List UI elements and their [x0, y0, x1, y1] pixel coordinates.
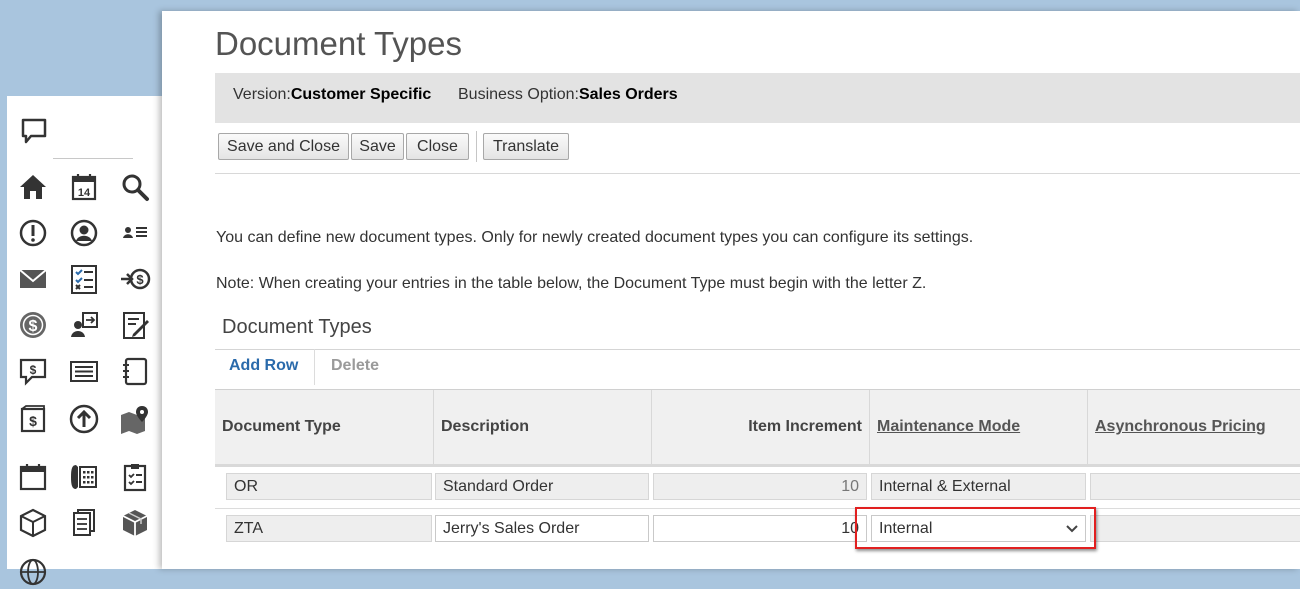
row-divider: [215, 508, 1300, 509]
asynchronous-pricing-cell: [1090, 515, 1300, 542]
column-header-document-type[interactable]: Document Type: [215, 390, 434, 464]
column-header-description[interactable]: Description: [434, 390, 652, 464]
documents-icon[interactable]: [67, 506, 101, 540]
business-option-label: Business Option:: [458, 86, 579, 103]
chat-bubble-icon[interactable]: [17, 114, 51, 148]
money-icon[interactable]: $: [16, 308, 50, 342]
globe-icon[interactable]: [16, 555, 50, 589]
asynchronous-pricing-cell: [1090, 473, 1300, 500]
version-info: Version:Customer Specific: [233, 86, 431, 104]
section-divider: [215, 349, 1300, 350]
feedback-icon[interactable]: $: [16, 354, 50, 388]
item-increment-cell: 10: [653, 473, 867, 500]
header-divider: [215, 464, 1300, 467]
contacts-list-icon[interactable]: [118, 216, 152, 250]
package-icon[interactable]: [118, 506, 152, 540]
map-pin-icon[interactable]: [118, 402, 152, 436]
maintenance-mode-select[interactable]: Internal: [871, 515, 1086, 542]
toolbar-divider: [215, 173, 1300, 174]
column-header-item-increment[interactable]: Item Increment: [652, 390, 870, 464]
translate-button[interactable]: Translate: [483, 133, 569, 160]
delete-button: Delete: [331, 357, 380, 374]
add-row-button[interactable]: Add Row: [229, 357, 298, 375]
toolbar-separator: [476, 131, 477, 162]
note-text: Note: When creating your entries in the …: [216, 275, 927, 292]
phone-calculator-icon[interactable]: [67, 460, 101, 494]
edit-form-icon[interactable]: [118, 308, 152, 342]
description-cell: Standard Order: [435, 473, 649, 500]
appointment-icon[interactable]: [16, 460, 50, 494]
left-navigation-panel: 14 $ $ $ $: [7, 96, 162, 586]
clipboard-icon[interactable]: [118, 460, 152, 494]
section-title: Document Types: [222, 316, 372, 338]
document-types-table: Document Type Description Item Increment…: [215, 389, 1300, 570]
action-separator: [314, 349, 315, 385]
business-option-value: Sales Orders: [578, 86, 678, 103]
incoming-payment-icon[interactable]: $: [118, 262, 152, 296]
business-option-info: Business Option:Sales Orders: [458, 86, 678, 104]
page-title: Document Types: [215, 25, 463, 62]
user-circle-icon[interactable]: [67, 216, 101, 250]
column-header-maintenance-mode[interactable]: Maintenance Mode: [870, 390, 1088, 464]
version-value: Customer Specific: [290, 86, 432, 103]
main-panel: Document Types Version:Customer Specific…: [162, 11, 1300, 569]
user-transfer-icon[interactable]: [67, 308, 101, 342]
svg-text:$: $: [29, 413, 37, 429]
list-icon[interactable]: [67, 354, 101, 388]
svg-text:$: $: [30, 363, 37, 377]
home-icon[interactable]: [16, 170, 50, 204]
item-increment-input[interactable]: 10: [653, 515, 867, 542]
info-bar: Version:Customer Specific Business Optio…: [215, 73, 1300, 123]
save-button[interactable]: Save: [351, 133, 404, 160]
chevron-down-icon: [1066, 524, 1078, 532]
checklist-icon[interactable]: [67, 262, 101, 296]
svg-text:$: $: [29, 318, 38, 335]
upload-icon[interactable]: [67, 402, 101, 436]
maintenance-mode-cell: Internal & External: [871, 473, 1086, 500]
product-icon[interactable]: [16, 506, 50, 540]
save-and-close-button[interactable]: Save and Close: [218, 133, 349, 160]
dollar-document-icon[interactable]: $: [16, 402, 50, 436]
maintenance-mode-value: Internal: [879, 519, 933, 537]
document-type-cell: ZTA: [226, 515, 432, 542]
rail-divider: [53, 158, 133, 159]
version-label: Version:: [233, 86, 291, 103]
alert-icon[interactable]: [16, 216, 50, 250]
description-input[interactable]: Jerry's Sales Order: [435, 515, 649, 542]
svg-text:14: 14: [78, 187, 91, 199]
column-header-asynchronous-pricing[interactable]: Asynchronous Pricing: [1088, 390, 1300, 464]
document-type-cell: OR: [226, 473, 432, 500]
mail-icon[interactable]: [16, 262, 50, 296]
calendar-icon[interactable]: 14: [67, 170, 101, 204]
svg-text:$: $: [136, 272, 144, 287]
instruction-text: You can define new document types. Only …: [216, 229, 974, 246]
close-button[interactable]: Close: [406, 133, 469, 160]
notebook-icon[interactable]: [118, 354, 152, 388]
search-icon[interactable]: [118, 170, 152, 204]
